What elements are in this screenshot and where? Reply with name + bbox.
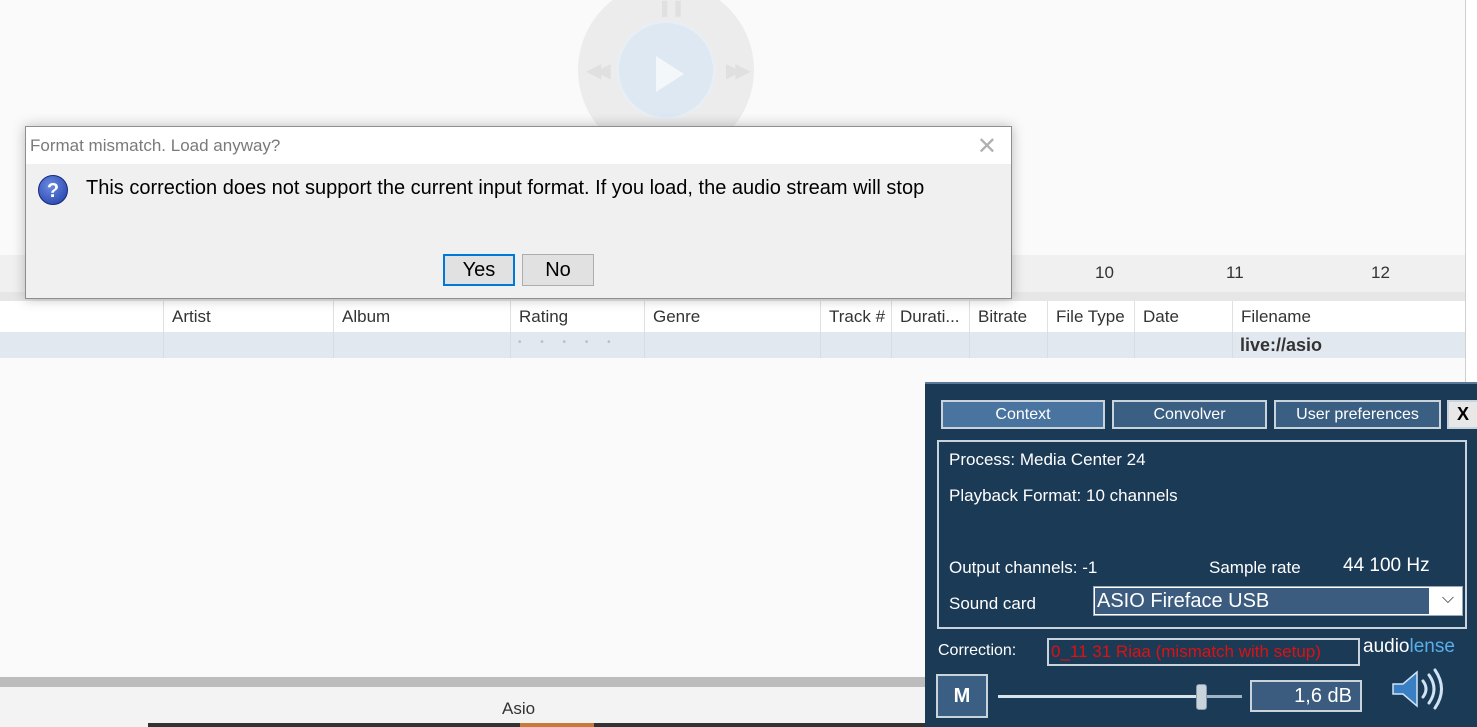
correction-value[interactable]: 0_11 31 Riaa (mismatch with setup) (1047, 638, 1360, 666)
tab-context[interactable]: Context (941, 400, 1105, 429)
play-icon (656, 56, 684, 92)
status-text: Asio (502, 699, 536, 718)
close-icon[interactable]: ✕ (977, 132, 997, 161)
process-text: Process: Media Center 24 (949, 450, 1146, 469)
statusbar: Asio (0, 687, 930, 727)
column-header-file-type[interactable]: File Type (1047, 301, 1134, 332)
sample-rate-label: Sample rate (1209, 558, 1301, 577)
pause-icon[interactable]: ❚❚ (658, 0, 685, 18)
table-cell (820, 332, 891, 358)
table-cell (1047, 332, 1134, 358)
table-cell (969, 332, 1047, 358)
tab-user-preferences[interactable]: User preferences (1274, 400, 1441, 429)
fast-forward-icon[interactable]: ▶▶ (726, 58, 751, 83)
column-header-bitrate[interactable]: Bitrate (969, 301, 1047, 332)
volume-display: 1,6 dB (1250, 680, 1362, 712)
table-cell (644, 332, 820, 358)
column-header-album[interactable]: Album (333, 301, 510, 332)
table-header: Artist Album Rating Genre Track # Durati… (0, 301, 1465, 332)
rating-stars[interactable]: • • • • • (518, 337, 619, 348)
audiolense-logo: audiolense (1363, 636, 1455, 658)
dialog-title: Format mismatch. Load anyway? (30, 136, 281, 155)
column-header-track[interactable]: Track # (820, 301, 891, 332)
logo-part-lense: lense (1409, 636, 1455, 657)
rewind-icon[interactable]: ◀◀ (586, 58, 611, 83)
question-icon: ? (38, 175, 68, 205)
mute-button[interactable]: M (936, 674, 988, 718)
table-cell (1134, 332, 1232, 358)
column-header-duration[interactable]: Durati... (891, 301, 969, 332)
table-cell (891, 332, 969, 358)
table-cell (333, 332, 510, 358)
no-button[interactable]: No (522, 254, 594, 286)
speaker-icon[interactable] (1387, 664, 1449, 714)
filename-value: live://asio (1240, 335, 1323, 355)
column-header-rating[interactable]: Rating (510, 301, 644, 332)
output-channels-text: Output channels: -1 (949, 558, 1098, 577)
dialog-message: This correction does not support the cur… (86, 177, 925, 199)
audiolense-panel: Context Convolver User preferences X Pro… (925, 382, 1477, 727)
table-cell (163, 332, 333, 358)
ruler-tick: 10 (1095, 263, 1114, 282)
column-header-artist[interactable]: Artist (163, 301, 333, 332)
ruler-tick: 12 (1371, 263, 1390, 282)
format-mismatch-dialog: Format mismatch. Load anyway? ✕ ? This c… (25, 126, 1012, 299)
volume-fill (998, 695, 1201, 698)
sound-card-value: ASIO Fireface USB (1095, 588, 1429, 614)
statusbar-divider (0, 677, 930, 687)
sound-card-label: Sound card (949, 594, 1036, 613)
playback-format-text: Playback Format: 10 channels (949, 486, 1178, 505)
chevron-down-icon[interactable]: ⌵ (1442, 590, 1454, 608)
column-header-filename[interactable]: Filename (1232, 301, 1465, 332)
context-info-box: Process: Media Center 24 Playback Format… (937, 440, 1467, 629)
panel-close-button[interactable]: X (1447, 400, 1477, 429)
correction-label: Correction: (938, 642, 1017, 659)
volume-slider-thumb[interactable] (1196, 684, 1207, 710)
ruler-tick: 11 (1226, 263, 1244, 282)
column-header-date[interactable]: Date (1134, 301, 1232, 332)
sound-card-select[interactable]: ASIO Fireface USB ⌵ (1093, 586, 1463, 616)
logo-part-audio: audio (1363, 636, 1410, 657)
dialog-titlebar[interactable]: Format mismatch. Load anyway? ✕ (26, 127, 1011, 164)
column-header-genre[interactable]: Genre (644, 301, 820, 332)
table-row[interactable]: • • • • • live://asio (0, 332, 1465, 358)
taskbar-accent (520, 723, 594, 727)
tab-convolver[interactable]: Convolver (1112, 400, 1267, 429)
yes-button[interactable]: Yes (443, 254, 515, 286)
sample-rate-value: 44 100 Hz (1343, 555, 1430, 576)
